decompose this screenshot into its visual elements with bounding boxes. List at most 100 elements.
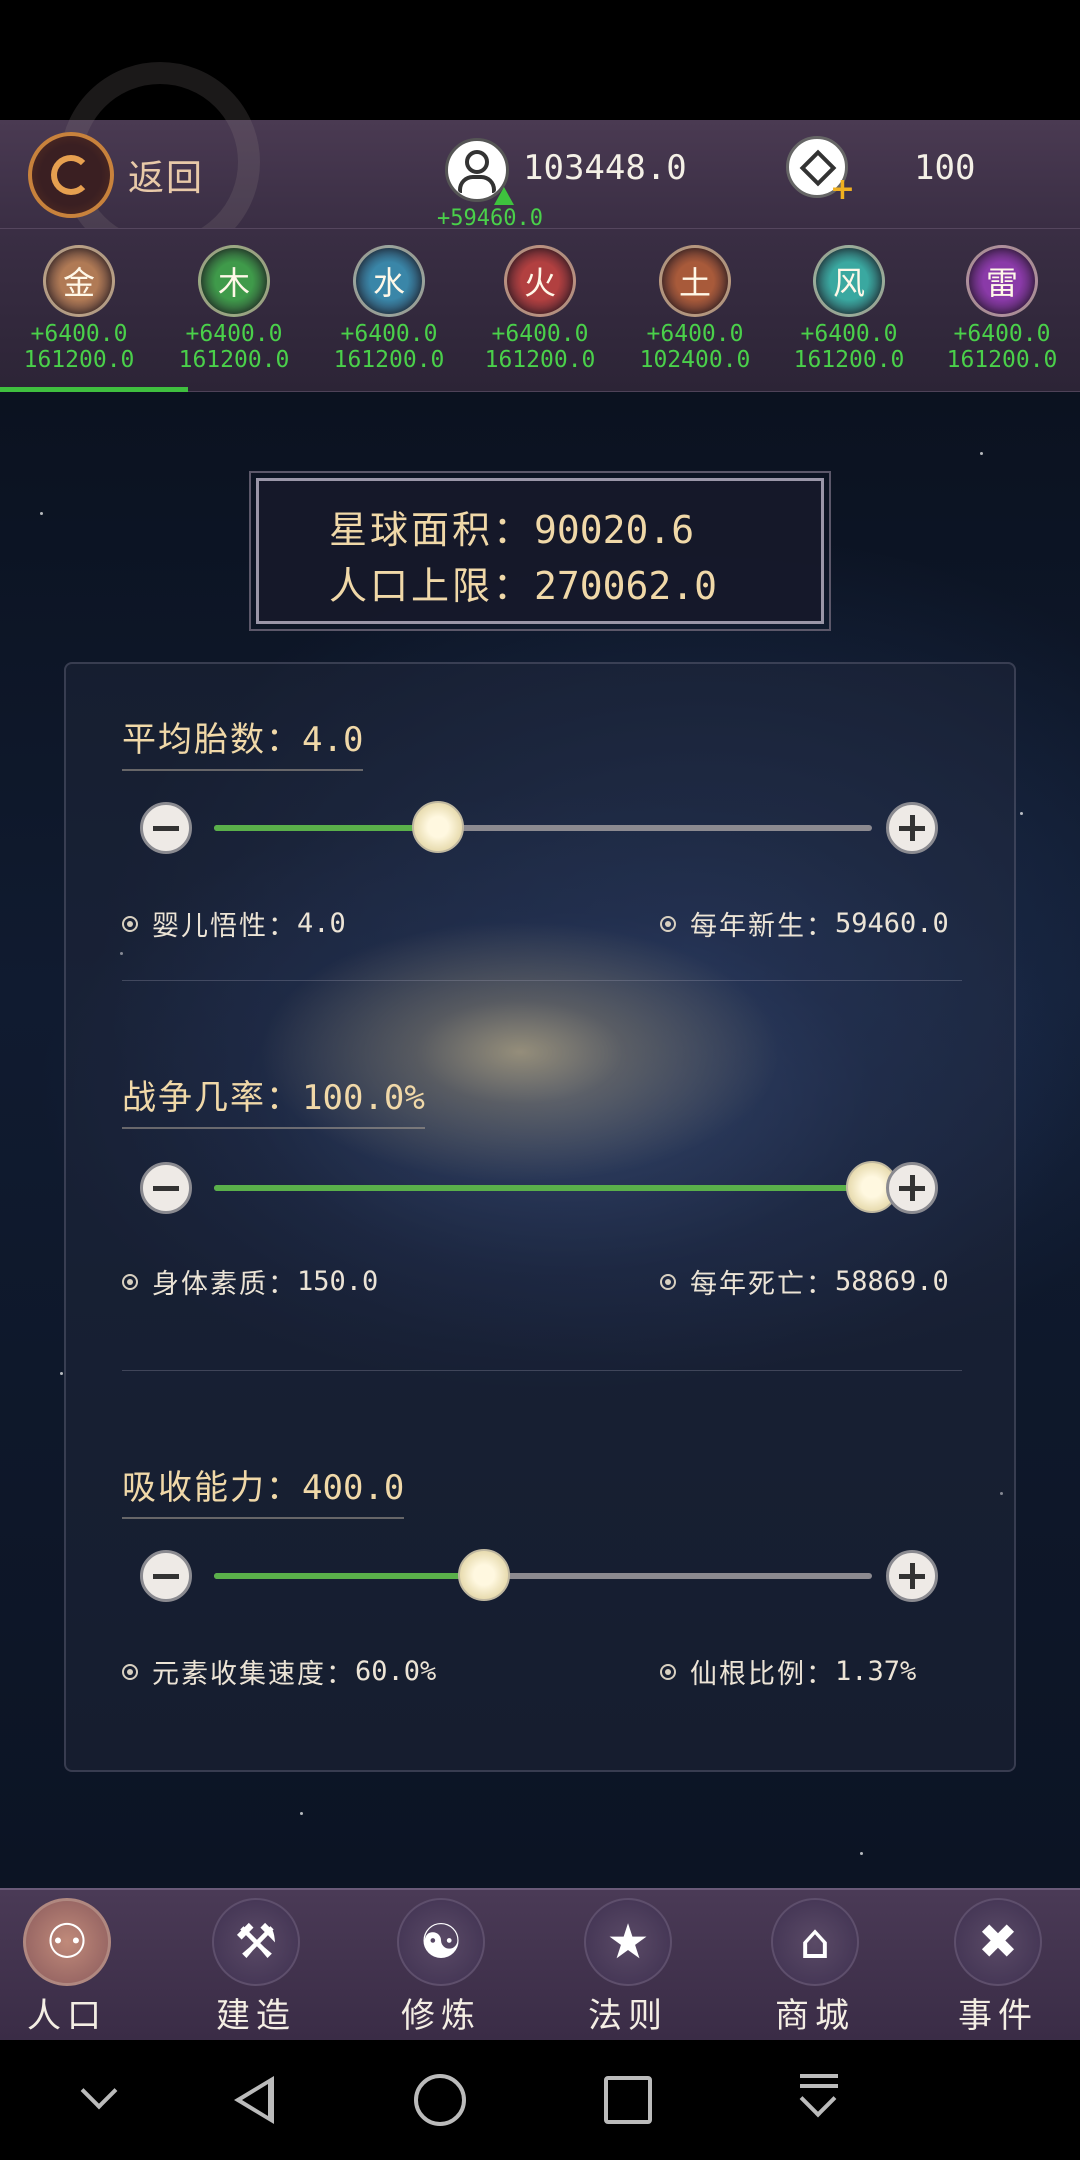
war-chance-title: 战争几率：100.0% xyxy=(122,1070,425,1129)
section-title-value: 400.0 xyxy=(302,1468,405,1508)
system-back-icon[interactable] xyxy=(226,2070,286,2130)
element-wood[interactable]: 木 +6400.0 161200.0 xyxy=(157,245,311,373)
absorption-minus-button[interactable] xyxy=(140,1550,192,1602)
slider-fill xyxy=(214,825,438,831)
section-title-label: 吸收能力： xyxy=(122,1468,302,1508)
slider-knob[interactable] xyxy=(458,1549,510,1601)
population-value: 103448.0 xyxy=(523,148,687,188)
population-stat: 103448.0 +59460.0 xyxy=(437,134,735,231)
stat-label: 身体素质： xyxy=(152,1269,297,1300)
population-cap-value: 270062.0 xyxy=(534,564,718,608)
gem-stat[interactable]: + 100 xyxy=(786,136,1006,216)
element-thunder[interactable]: 雷 +6400.0 161200.0 xyxy=(925,245,1079,373)
tab-cultivate[interactable]: ☯ 修炼 xyxy=(366,1898,516,2037)
avg-litter-slider[interactable] xyxy=(214,801,872,853)
shop-icon: ⌂ xyxy=(771,1898,859,1986)
section-divider xyxy=(122,1370,962,1371)
stat-label: 婴儿悟性： xyxy=(152,911,297,942)
section-title-value: 100.0% xyxy=(302,1078,425,1118)
stat-label: 每年新生： xyxy=(690,911,835,942)
war-chance-slider[interactable] xyxy=(214,1161,898,1213)
bottom-nav: ⚇ 人口 ⚒ 建造 ☯ 修炼 ★ 法则 ⌂ 商城 ✖ 事件 xyxy=(0,1888,1080,2040)
slider-knob[interactable] xyxy=(412,801,464,853)
element-fire[interactable]: 火 +6400.0 161200.0 xyxy=(463,245,617,373)
element-total: 161200.0 xyxy=(178,347,290,373)
element-rate: +6400.0 xyxy=(185,321,283,347)
back-label: 返回 xyxy=(128,158,205,199)
system-nav-bar xyxy=(0,2040,1080,2160)
element-total: 161200.0 xyxy=(946,347,1058,373)
tab-shop[interactable]: ⌂ 商城 xyxy=(740,1898,890,2037)
minus-icon xyxy=(153,1186,179,1191)
element-water[interactable]: 水 +6400.0 161200.0 xyxy=(312,245,466,373)
stat-value: 4.0 xyxy=(297,908,346,939)
yearly-deaths-stat: 每年死亡： 58869.0 xyxy=(660,1262,949,1301)
element-collect-speed-stat: 元素收集速度： 60.0% xyxy=(122,1652,436,1691)
absorption-plus-button[interactable] xyxy=(886,1550,938,1602)
tab-label: 法则 xyxy=(588,1996,668,2036)
element-orb-icon: 雷 xyxy=(966,245,1038,317)
law-icon: ★ xyxy=(584,1898,672,1986)
system-recents-icon[interactable] xyxy=(604,2076,652,2124)
back-button[interactable]: 返回 xyxy=(28,132,204,218)
population-cap-line: 人口上限：270062.0 xyxy=(329,555,717,610)
planet-area-line: 星球面积：90020.6 xyxy=(329,499,694,554)
element-rate: +6400.0 xyxy=(491,321,589,347)
bullet-icon xyxy=(122,1663,138,1680)
element-orb-icon: 火 xyxy=(504,245,576,317)
section-title-value: 4.0 xyxy=(302,720,364,760)
element-wind[interactable]: 风 +6400.0 161200.0 xyxy=(772,245,926,373)
absorption-slider[interactable] xyxy=(214,1549,872,1601)
element-total: 161200.0 xyxy=(23,347,135,373)
element-orb-icon: 土 xyxy=(659,245,731,317)
yearly-births-stat: 每年新生： 59460.0 xyxy=(660,904,949,943)
element-orb-icon: 木 xyxy=(198,245,270,317)
tab-event[interactable]: ✖ 事件 xyxy=(923,1898,1073,2037)
absorption-title: 吸收能力：400.0 xyxy=(122,1460,405,1519)
cultivate-icon: ☯ xyxy=(397,1898,485,1986)
body-quality-stat: 身体素质： 150.0 xyxy=(122,1262,378,1301)
galaxy-background: 星球面积：90020.6 人口上限：270062.0 平均胎数：4.0 婴儿悟性… xyxy=(0,392,1080,1888)
element-total: 161200.0 xyxy=(333,347,445,373)
population-icon: ⚇ xyxy=(23,1898,111,1986)
tab-label: 事件 xyxy=(958,1996,1038,2036)
baby-talent-stat: 婴儿悟性： 4.0 xyxy=(122,904,346,943)
collapse-chevron-icon[interactable] xyxy=(72,2070,132,2130)
planet-info-box: 星球面积：90020.6 人口上限：270062.0 xyxy=(249,471,831,631)
element-rate: +6400.0 xyxy=(953,321,1051,347)
avg-litter-title: 平均胎数：4.0 xyxy=(122,712,364,771)
bullet-icon xyxy=(122,1273,138,1290)
growth-arrow-icon xyxy=(494,187,514,205)
build-icon: ⚒ xyxy=(212,1898,300,1986)
element-orb-icon: 水 xyxy=(353,245,425,317)
system-home-icon[interactable] xyxy=(414,2074,466,2126)
bullet-icon xyxy=(660,915,676,932)
stat-label: 每年死亡： xyxy=(690,1269,835,1300)
section-title-label: 平均胎数： xyxy=(122,720,302,760)
notification-pull-icon[interactable] xyxy=(790,2070,850,2130)
immortal-root-ratio-stat: 仙根比例： 1.37% xyxy=(660,1652,916,1691)
population-icon xyxy=(445,138,514,205)
tab-population[interactable]: ⚇ 人口 xyxy=(0,1898,142,2037)
gem-value: 100 xyxy=(914,148,976,188)
tab-label: 人口 xyxy=(27,1996,107,2036)
element-rate: +6400.0 xyxy=(30,321,128,347)
war-chance-plus-button[interactable] xyxy=(886,1162,938,1214)
slider-fill xyxy=(214,1185,872,1191)
tab-build[interactable]: ⚒ 建造 xyxy=(181,1898,331,2037)
war-chance-minus-button[interactable] xyxy=(140,1162,192,1214)
slider-fill xyxy=(214,1573,484,1579)
element-resources-bar: 金 +6400.0 161200.0 木 +6400.0 161200.0 水 … xyxy=(0,228,1080,393)
stat-value: 150.0 xyxy=(297,1266,379,1297)
gem-add-icon[interactable]: + xyxy=(786,136,855,205)
element-metal[interactable]: 金 +6400.0 161200.0 xyxy=(2,245,156,373)
avg-litter-plus-button[interactable] xyxy=(886,802,938,854)
element-total: 102400.0 xyxy=(639,347,751,373)
stat-label: 仙根比例： xyxy=(690,1659,835,1690)
population-settings-panel: 平均胎数：4.0 婴儿悟性： 4.0 每年新生： 59460.0 战争几率：100.… xyxy=(64,662,1016,1772)
element-earth[interactable]: 土 +6400.0 102400.0 xyxy=(618,245,772,373)
tab-label: 商城 xyxy=(775,1996,855,2036)
avg-litter-minus-button[interactable] xyxy=(140,802,192,854)
tab-law[interactable]: ★ 法则 xyxy=(553,1898,703,2037)
bullet-icon xyxy=(660,1273,676,1290)
